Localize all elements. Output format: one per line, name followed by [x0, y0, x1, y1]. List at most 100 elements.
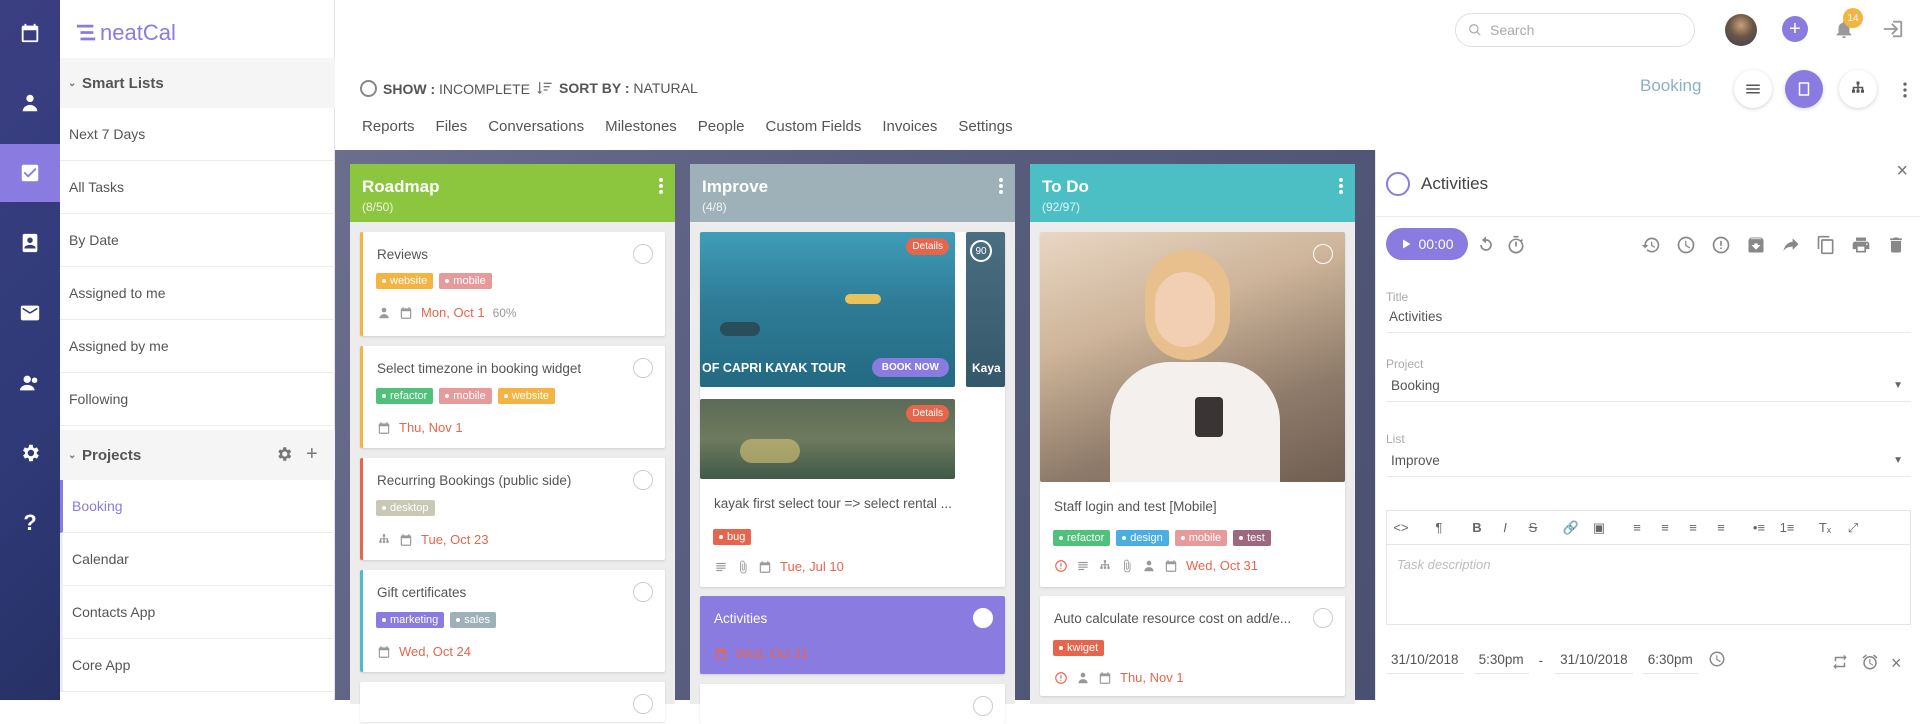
projects-settings-icon[interactable] — [275, 445, 295, 465]
sidebar-item-booking[interactable]: Booking — [60, 480, 335, 533]
sidebar-item-core-app[interactable]: Core App — [60, 639, 335, 692]
projects-header[interactable]: ⌄ Projects + — [60, 430, 335, 480]
show-filter[interactable]: SHOW : INCOMPLETE — [360, 80, 530, 97]
reset-icon[interactable] — [1476, 235, 1496, 255]
smart-lists-header[interactable]: ⌄ Smart Lists — [60, 58, 335, 108]
hierarchy-view-button[interactable] — [1839, 70, 1877, 108]
tab-settings[interactable]: Settings — [958, 118, 1012, 135]
end-time-field[interactable]: 6:30pm — [1642, 646, 1698, 674]
close-icon[interactable]: × — [1896, 160, 1908, 183]
print-icon[interactable] — [1851, 235, 1871, 255]
details-button[interactable]: Details — [906, 238, 949, 255]
numbered-list-icon[interactable]: 1≡ — [1773, 520, 1801, 535]
complete-checkbox[interactable] — [633, 694, 653, 714]
booking-person-icon[interactable] — [0, 74, 60, 132]
tab-reports[interactable]: Reports — [362, 118, 415, 135]
task-card[interactable]: Recurring Bookings (public side) desktop… — [360, 458, 665, 560]
paragraph-icon[interactable]: ¶ — [1425, 520, 1453, 535]
tag[interactable]: website — [497, 388, 555, 404]
align-left-icon[interactable]: ≡ — [1623, 520, 1651, 535]
complete-checkbox[interactable] — [973, 696, 993, 716]
column-header[interactable]: Improve (4/8) — [690, 164, 1015, 222]
complete-checkbox[interactable] — [633, 358, 653, 378]
tag[interactable]: sales — [450, 612, 496, 628]
priority-icon[interactable] — [1711, 235, 1731, 255]
tag[interactable]: marketing — [376, 612, 445, 628]
task-card-selected[interactable]: Activities Wed, Oct 31 — [700, 596, 1005, 674]
bold-icon[interactable]: B — [1463, 520, 1491, 535]
image-icon[interactable]: ▣ — [1585, 520, 1613, 536]
tab-invoices[interactable]: Invoices — [882, 118, 937, 135]
task-card[interactable]: Auto calculate resource cost on add/e...… — [1040, 596, 1345, 696]
help-icon[interactable]: ? — [0, 494, 60, 552]
strikethrough-icon[interactable]: S — [1519, 520, 1547, 535]
delete-icon[interactable] — [1886, 235, 1906, 255]
time-clock-icon[interactable] — [1708, 650, 1728, 670]
column-menu-icon[interactable] — [999, 176, 1005, 196]
sort-filter[interactable]: SORT BY : NATURAL — [537, 80, 698, 96]
align-right-icon[interactable]: ≡ — [1679, 520, 1707, 535]
clear-format-icon[interactable]: Tₓ — [1811, 520, 1839, 535]
details-button[interactable]: Details — [906, 405, 949, 422]
tab-files[interactable]: Files — [436, 118, 468, 135]
tag[interactable]: refactor — [376, 388, 434, 404]
column-header[interactable]: Roadmap (8/50) — [350, 164, 675, 222]
sidebar-item-assigned-by-me[interactable]: Assigned by me — [60, 320, 335, 373]
sidebar-item-next-7-days[interactable]: Next 7 Days — [60, 108, 335, 161]
start-date-field[interactable]: 31/10/2018 — [1386, 646, 1464, 674]
clear-dates-icon[interactable]: × — [1891, 653, 1909, 673]
task-card[interactable] — [360, 682, 665, 722]
tag[interactable]: website — [376, 273, 434, 289]
complete-checkbox[interactable] — [633, 582, 653, 602]
task-card[interactable]: Reviews website mobile Mon, Oct 1 60% — [360, 232, 665, 336]
calendar-icon[interactable] — [0, 4, 60, 62]
task-card[interactable] — [700, 684, 1005, 724]
history-icon[interactable] — [1641, 235, 1661, 255]
sidebar-item-all-tasks[interactable]: All Tasks — [60, 161, 335, 214]
tag[interactable]: kwiget — [1053, 640, 1105, 656]
complete-checkbox[interactable] — [1313, 608, 1333, 628]
share-icon[interactable] — [1781, 235, 1801, 255]
tab-conversations[interactable]: Conversations — [488, 118, 584, 135]
start-time-field[interactable]: 5:30pm — [1473, 646, 1529, 674]
bullet-list-icon[interactable]: •≡ — [1745, 520, 1773, 535]
description-placeholder[interactable]: Task description — [1387, 545, 1910, 584]
tag[interactable]: bug — [713, 529, 752, 545]
end-date-field[interactable]: 31/10/2018 — [1555, 646, 1633, 674]
project-select[interactable]: Booking ▼ — [1386, 372, 1911, 402]
more-options-icon[interactable] — [1895, 78, 1915, 102]
code-view-icon[interactable]: <> — [1387, 520, 1415, 535]
complete-checkbox[interactable] — [1386, 172, 1410, 196]
archive-icon[interactable] — [1746, 235, 1766, 255]
repeat-icon[interactable] — [1831, 653, 1849, 671]
start-timer-button[interactable]: 00:00 — [1386, 228, 1468, 260]
tag[interactable]: desktop — [376, 500, 435, 516]
book-now-button[interactable]: BOOK NOW — [871, 358, 949, 377]
tag[interactable]: mobile — [1174, 530, 1228, 546]
sidebar-item-following[interactable]: Following — [60, 373, 335, 426]
tab-milestones[interactable]: Milestones — [605, 118, 677, 135]
task-card[interactable]: Staff login and test [Mobile] refactor d… — [1040, 232, 1345, 587]
board-view-button[interactable] — [1785, 70, 1823, 108]
add-icon[interactable]: + — [1782, 16, 1808, 42]
list-view-button[interactable] — [1734, 70, 1772, 108]
sidebar-item-calendar[interactable]: Calendar — [60, 533, 335, 586]
column-menu-icon[interactable] — [659, 176, 665, 196]
align-justify-icon[interactable]: ≡ — [1707, 520, 1735, 535]
app-logo[interactable]: neatCal — [75, 20, 176, 46]
sidebar-item-by-date[interactable]: By Date — [60, 214, 335, 267]
add-project-icon[interactable]: + — [306, 443, 318, 466]
column-menu-icon[interactable] — [1339, 176, 1345, 196]
sidebar-item-assigned-to-me[interactable]: Assigned to me — [60, 267, 335, 320]
complete-checkbox[interactable] — [1313, 244, 1333, 264]
contacts-book-icon[interactable] — [0, 214, 60, 272]
clock-icon[interactable] — [1676, 235, 1696, 255]
complete-checkbox[interactable] — [633, 244, 653, 264]
settings-icon[interactable] — [0, 424, 60, 482]
stopwatch-icon[interactable] — [1506, 235, 1526, 255]
list-select[interactable]: Improve ▼ — [1386, 447, 1911, 477]
tab-custom-fields[interactable]: Custom Fields — [766, 118, 862, 135]
tab-people[interactable]: People — [698, 118, 745, 135]
align-center-icon[interactable]: ≡ — [1651, 520, 1679, 535]
sidebar-item-contacts-app[interactable]: Contacts App — [60, 586, 335, 639]
